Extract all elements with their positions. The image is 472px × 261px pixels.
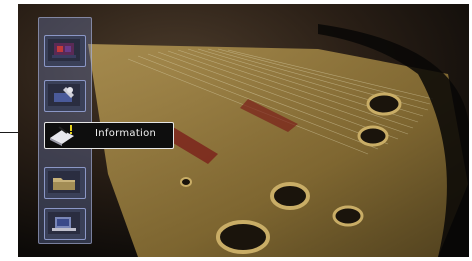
scene-icon <box>48 39 80 61</box>
menu-item-setup[interactable] <box>44 80 86 112</box>
folder-icon <box>48 171 80 193</box>
information-icon <box>50 125 74 146</box>
tools-icon <box>48 84 80 106</box>
menu-item-information[interactable]: Information <box>44 122 174 149</box>
menu-item-file[interactable] <box>44 167 86 199</box>
menu-item-display[interactable] <box>44 208 86 240</box>
information-label: Information <box>95 128 157 139</box>
menu-item-scene[interactable] <box>44 35 86 67</box>
display-icon <box>48 212 80 234</box>
